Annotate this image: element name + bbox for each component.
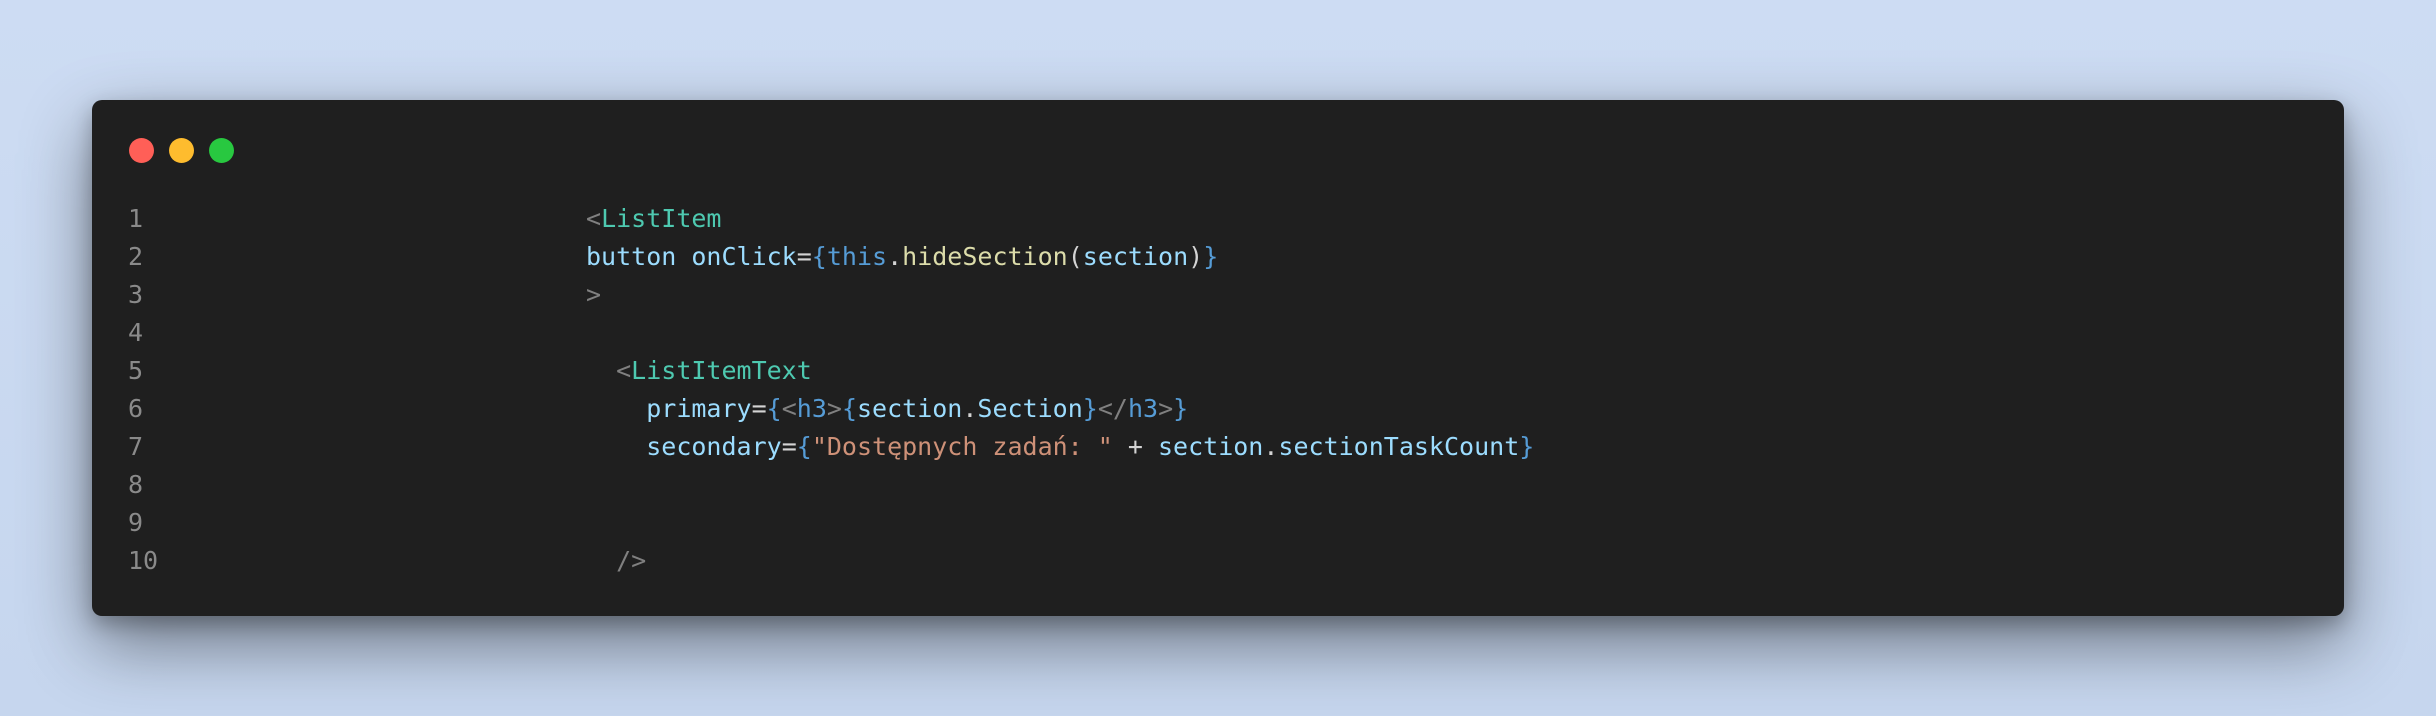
code-line: 3 > [92,276,2344,314]
code-token: > [826,394,842,423]
code-token: > [586,280,602,309]
code-token: primary [646,394,752,423]
code-line: 1 <ListItem [92,200,2344,238]
code-token: + [1112,432,1158,461]
close-window-button[interactable] [129,138,154,163]
code-token: . [962,394,978,423]
code-token: . [1263,432,1279,461]
code-token: { [811,242,827,271]
code-token: { [841,394,857,423]
code-token: < [586,204,602,233]
code-token: { [796,432,812,461]
code-line-content: button onClick={this.hideSection(section… [586,238,1218,276]
line-number: 5 [128,356,144,385]
code-token: secondary [646,432,782,461]
code-token: > [1158,394,1174,423]
line-number: 6 [128,394,144,423]
code-token: </ [1097,394,1128,423]
code-token: /> [616,546,647,575]
minimize-window-button[interactable] [169,138,194,163]
code-editor[interactable]: 1 <ListItem 2 button onClick={this.hideSect… [92,200,2344,580]
line-number: 9 [128,508,144,537]
code-token: ( [1067,242,1083,271]
code-token: = [751,394,767,423]
code-token: section [1082,242,1189,271]
code-token: < [781,394,797,423]
code-token: } [1082,394,1098,423]
code-token: button [586,242,677,271]
line-number: 10 [128,546,159,575]
code-token: ListItem [601,204,722,233]
code-token: < [616,356,632,385]
code-line-content: primary={<h3>{section.Section}</h3>} [586,390,1188,428]
code-token: = [781,432,797,461]
code-line: 10 /> [92,542,2344,580]
line-number: 2 [128,242,144,271]
code-token: this [826,242,888,271]
line-number: 4 [128,318,144,347]
code-line-content: secondary={"Dostępnych zadań: " + sectio… [586,428,1534,466]
code-token: section [857,394,963,423]
code-line-content: > [586,276,601,314]
code-line: 6 primary={<h3>{section.Section}</h3>} [92,390,2344,428]
code-token: { [766,394,782,423]
code-window: 1 <ListItem 2 button onClick={this.hideSect… [92,100,2344,616]
code-line: 8 [92,466,2344,504]
code-token: h3 [1127,394,1159,423]
line-number: 7 [128,432,144,461]
code-token: ) [1188,242,1204,271]
code-token: } [1519,432,1535,461]
code-token: . [887,242,903,271]
code-token: } [1173,394,1189,423]
code-token: ListItemText [631,356,812,385]
window-titlebar [92,100,2344,190]
code-token: h3 [796,394,827,423]
code-line-content: /> [586,542,646,580]
code-line: 4 [92,314,2344,352]
code-line: 5 <ListItemText [92,352,2344,390]
code-token: = [796,242,812,271]
code-line-content: <ListItemText [586,352,812,390]
code-token: section [1158,432,1264,461]
code-line: 7 secondary={"Dostępnych zadań: " + sect… [92,428,2344,466]
maximize-window-button[interactable] [209,138,234,163]
code-line: 2 button onClick={this.hideSection(sectio… [92,238,2344,276]
code-token: onClick [691,242,797,271]
code-token: "Dostępnych zadań: " [811,432,1113,461]
line-number: 1 [128,204,144,233]
line-number: 8 [128,470,144,499]
line-number: 3 [128,280,144,309]
code-token: sectionTaskCount [1278,432,1520,461]
code-line: 9 [92,504,2344,542]
code-line-content: <ListItem [586,200,721,238]
code-token: } [1203,242,1219,271]
code-token: hideSection [902,242,1068,271]
code-token: Section [977,394,1083,423]
